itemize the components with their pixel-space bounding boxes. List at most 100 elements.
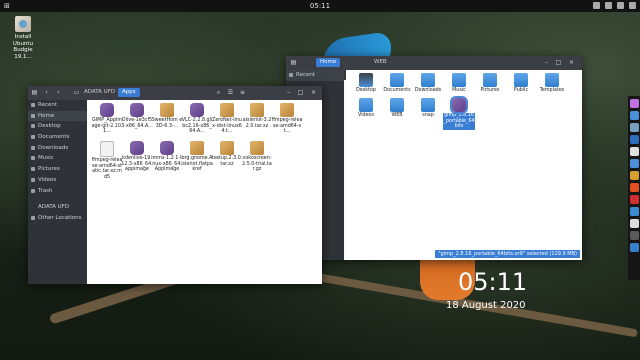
- folder-item[interactable]: Desktop: [350, 73, 382, 94]
- folder-item[interactable]: Public: [505, 73, 537, 94]
- desktop-install-icon[interactable]: Install Ubuntu Budgie 19.1...: [6, 16, 40, 60]
- folder-item[interactable]: Music: [443, 73, 475, 94]
- sidebar-item-desktop[interactable]: Desktop: [28, 121, 87, 132]
- sidebar-item-other-locations[interactable]: Other Locations: [28, 213, 87, 224]
- sidebar-item-videos[interactable]: Videos: [28, 175, 87, 186]
- forward-icon[interactable]: ›: [54, 89, 63, 97]
- tab-home[interactable]: Home: [316, 58, 341, 67]
- folder-icon: [359, 73, 373, 87]
- folder-item[interactable]: WEB: [381, 98, 413, 119]
- grid-menu-icon[interactable]: ▤: [289, 59, 298, 67]
- close-icon[interactable]: ×: [567, 59, 576, 67]
- file-item[interactable]: ffmpeg-release-amd64-static.tar.xz.md5: [91, 141, 123, 180]
- desktop-clock-date: 18 August 2020: [446, 300, 526, 311]
- file-item[interactable]: vokoscreen-2.5.0-trial.tar.gz: [241, 141, 273, 173]
- archive-icon: [250, 141, 264, 155]
- file-item[interactable]: org.gnome.Aisleriot.flatpakref: [181, 141, 213, 173]
- minimize-icon[interactable]: –: [542, 59, 551, 67]
- breadcrumb-apps[interactable]: Apps: [118, 88, 140, 97]
- tab-web[interactable]: WEB: [370, 58, 391, 67]
- file-item[interactable]: ZeroNet-linux-dist-linux64.t...: [211, 103, 243, 135]
- desktop-icon-label: Install Ubuntu Budgie 19.1...: [12, 34, 34, 60]
- grid-menu-icon[interactable]: ▤: [30, 89, 39, 97]
- dock-app-icon[interactable]: [629, 159, 639, 168]
- dock-app-icon[interactable]: [629, 147, 639, 156]
- back-icon[interactable]: ‹: [42, 89, 51, 97]
- dock-app-icon[interactable]: [629, 111, 639, 120]
- sidebar-item-pictures[interactable]: Pictures: [28, 164, 87, 175]
- file-name: GIMP_AppImage-git-2.10.1...: [91, 118, 123, 134]
- dock-app-icon[interactable]: [629, 99, 639, 108]
- apps-window-header: ▤ ‹ › ▭ ADATA UFD Apps ⌕ ☰ ≡ – □ ×: [28, 86, 322, 100]
- menu-icon[interactable]: ≡: [238, 89, 247, 97]
- close-icon[interactable]: ×: [309, 89, 318, 97]
- panel-clock[interactable]: 05:11: [0, 0, 640, 12]
- home-window-header: ▤ Home WEB – □ ×: [286, 56, 582, 70]
- archive-icon: [190, 141, 204, 155]
- file-item[interactable]: ffmpeg-release-amd64-st...: [271, 103, 303, 135]
- file-name: org.gnome.Aisleriot.flatpakref: [181, 156, 213, 172]
- file-item[interactable]: tsetup.2.3.0.tar.xz: [211, 141, 243, 167]
- apps-window: ▤ ‹ › ▭ ADATA UFD Apps ⌕ ☰ ≡ – □ × Recen…: [28, 86, 322, 284]
- file-item[interactable]: lmms-1.2.1-linux-x86_64.AppImage: [151, 141, 183, 173]
- file-item[interactable]: VLC-2.2.8.glibc2.16-x86_64.A...: [181, 103, 213, 135]
- folder-item[interactable]: Templates: [536, 73, 568, 94]
- folder-item[interactable]: Documents: [381, 73, 413, 94]
- notification-icon[interactable]: [593, 2, 600, 9]
- power-icon[interactable]: [629, 2, 636, 9]
- folder-name: snap: [422, 113, 434, 118]
- file-item[interactable]: kdenlive-19.12.3-x86_64.appimage: [121, 141, 153, 173]
- dock-app-icon[interactable]: [629, 171, 639, 180]
- archive-icon: [220, 141, 234, 155]
- sidebar-item-downloads[interactable]: Downloads: [28, 143, 87, 154]
- appimage-icon: [130, 103, 144, 117]
- folder-item[interactable]: gimp_2.8.16_portable_64bits: [443, 96, 475, 130]
- file-item[interactable]: GIMP_AppImage-git-2.10.1...: [91, 103, 123, 135]
- archive-icon: [160, 103, 174, 117]
- dock-app-icon[interactable]: [629, 243, 639, 252]
- folder-name: Templates: [539, 88, 565, 93]
- sidebar-item-documents[interactable]: Documents: [28, 132, 87, 143]
- folder-item[interactable]: Videos: [350, 98, 382, 119]
- maximize-icon[interactable]: □: [296, 89, 305, 97]
- breadcrumb-drive[interactable]: ADATA UFD: [80, 88, 119, 97]
- view-icon[interactable]: ☰: [226, 89, 235, 97]
- folder-icon: [390, 73, 404, 87]
- archive-icon: [250, 103, 264, 117]
- volume-icon[interactable]: [617, 2, 624, 9]
- folder-item[interactable]: Downloads: [412, 73, 444, 94]
- dock-app-icon[interactable]: [629, 135, 639, 144]
- sidebar-item-trash[interactable]: Trash: [28, 186, 87, 197]
- folder-name: Videos: [358, 113, 374, 118]
- dock-app-icon[interactable]: [629, 195, 639, 204]
- dock-app-icon[interactable]: [629, 207, 639, 216]
- dock-app-icon[interactable]: [629, 219, 639, 228]
- system-tray: [593, 0, 636, 9]
- sidebar-item-adata-ufd[interactable]: ADATA UFD: [28, 202, 87, 213]
- network-icon[interactable]: [605, 2, 612, 9]
- sidebar-item-home[interactable]: Home: [28, 110, 87, 122]
- folder-item[interactable]: snap: [412, 98, 444, 119]
- folder-name: Desktop: [356, 88, 376, 93]
- installer-icon: [15, 16, 31, 32]
- appimage-icon: [100, 103, 114, 117]
- home-folder-grid: Desktop Documents Downloads Music Pictures Pu…: [346, 70, 582, 260]
- dock-app-icon[interactable]: [629, 183, 639, 192]
- file-name: VLC-2.2.8.glibc2.16-x86_64.A...: [181, 118, 213, 134]
- dock-app-icon[interactable]: [629, 123, 639, 132]
- search-icon[interactable]: ⌕: [214, 89, 223, 97]
- file-item[interactable]: aisleriot-3.22.0.tar.xz: [241, 103, 273, 129]
- selection-status: "gimp_2.8.16_portable_64bits.or9" select…: [435, 250, 580, 258]
- minimize-icon[interactable]: –: [284, 89, 293, 97]
- sidebar-item-recent[interactable]: Recent: [286, 70, 344, 81]
- home-file-view: Desktop Documents Downloads Music Pictures Pu…: [346, 70, 582, 260]
- dock-app-icon[interactable]: [629, 231, 639, 240]
- sidebar-item-recent[interactable]: Recent: [28, 100, 87, 111]
- sidebar-item-music[interactable]: Music: [28, 153, 87, 164]
- folder-icon: [390, 98, 404, 112]
- file-item[interactable]: SweetHom e3D-6.3-...: [151, 103, 183, 129]
- file-item[interactable]: Olive-1e3cf53-x86_64.A...: [121, 103, 153, 129]
- folder-item[interactable]: Pictures: [474, 73, 506, 94]
- maximize-icon[interactable]: □: [554, 59, 563, 67]
- apps-sidebar: Recent Home Desktop Documents Downloads Music…: [28, 100, 87, 284]
